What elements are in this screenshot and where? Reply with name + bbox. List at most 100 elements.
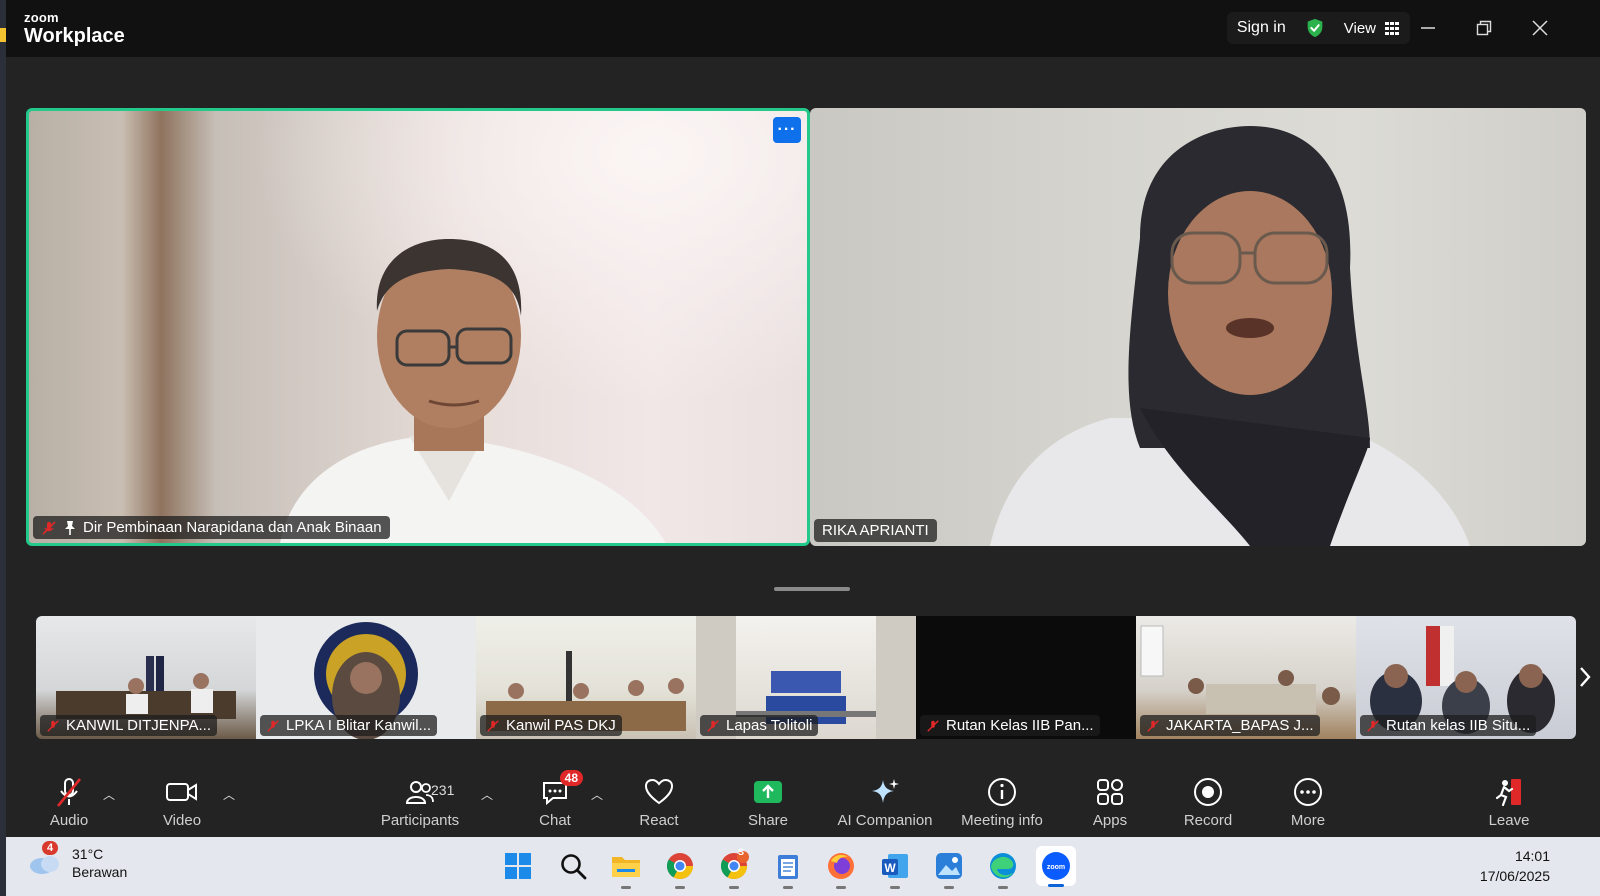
participant-name: JAKARTA_BAPAS J...	[1166, 717, 1314, 734]
gallery-tile[interactable]: Lapas Tolitoli	[696, 616, 916, 739]
photos-icon	[936, 853, 962, 879]
record-icon	[1194, 778, 1222, 806]
meeting-info-button[interactable]: Meeting info	[947, 774, 1057, 829]
muted-mic-icon	[927, 719, 939, 732]
participant-name-badge: Rutan Kelas IIB Pan...	[920, 715, 1100, 736]
video-tile-active-speaker[interactable]: ··· Dir Pembinaan Narapidana dan Anak Bi…	[26, 108, 810, 546]
participant-name-badge: Kanwil PAS DKJ	[480, 715, 622, 736]
gallery-next-button[interactable]	[1572, 662, 1598, 692]
restore-icon	[1476, 20, 1492, 36]
taskbar-search-button[interactable]	[556, 849, 590, 883]
taskbar-firefox[interactable]	[824, 849, 858, 889]
participants-button[interactable]: 231 Participants	[365, 774, 475, 829]
taskbar-file-explorer[interactable]	[609, 849, 643, 889]
share-label: Share	[747, 812, 789, 829]
muted-mic-icon	[707, 719, 719, 732]
sign-in-button[interactable]: Sign in	[1237, 19, 1286, 37]
taskbar-chrome[interactable]	[663, 849, 697, 889]
logo-workplace-text: Workplace	[24, 25, 125, 47]
participant-name: LPKA I Blitar Kanwil...	[286, 717, 432, 734]
weather-widget[interactable]: 4 31°C Berawan	[28, 841, 128, 881]
info-icon	[988, 778, 1016, 806]
logo-zoom-text: zoom	[24, 10, 59, 25]
minimize-icon	[1421, 27, 1435, 29]
participant-name: KANWIL DITJENPA...	[66, 717, 212, 734]
taskbar-zoom[interactable]: zoom	[1036, 846, 1076, 887]
chat-options-caret[interactable]: ︿	[591, 786, 603, 803]
participant-name: Rutan Kelas IIB Pan...	[946, 717, 1094, 734]
close-button[interactable]	[1526, 14, 1554, 42]
gallery-tile[interactable]: Rutan kelas IIB Situ...	[1356, 616, 1576, 739]
muted-mic-icon	[42, 520, 56, 535]
chat-unread-badge: 48	[559, 770, 583, 786]
restore-button[interactable]	[1470, 14, 1498, 42]
svg-text:zoom: zoom	[1047, 864, 1065, 871]
gallery-tile[interactable]: KANWIL DITJENPA...	[36, 616, 256, 739]
ai-companion-button[interactable]: AI Companion	[830, 774, 940, 829]
participant-name-badge: RIKA APRIANTI	[814, 519, 937, 542]
notepad-icon	[778, 855, 798, 879]
taskbar-word[interactable]: W	[878, 849, 912, 889]
ai-companion-label: AI Companion	[837, 812, 933, 829]
leave-door-icon	[1495, 779, 1521, 807]
audio-options-caret[interactable]: ︿	[103, 786, 115, 803]
active-indicator	[1048, 884, 1064, 887]
titlebar-actions: Sign in View	[1226, 12, 1410, 44]
more-options-button[interactable]: ···	[773, 117, 801, 143]
participant-name-badge: Lapas Tolitoli	[700, 715, 819, 736]
meeting-toolbar: Audio ︿ Video ︿ 231 Participants ︿ 48 Ch…	[6, 760, 1600, 837]
participant-video-woman	[990, 126, 1470, 546]
apps-button[interactable]: Apps	[1055, 774, 1165, 829]
more-button[interactable]: More	[1253, 774, 1363, 829]
zoom-workplace-logo: zoom Workplace	[24, 11, 125, 46]
gallery-tile[interactable]: Kanwil PAS DKJ	[476, 616, 696, 739]
taskbar-notepad[interactable]	[771, 849, 805, 889]
video-label: Video	[162, 812, 202, 829]
zoom-app-icon: zoom	[1042, 852, 1070, 880]
react-button[interactable]: React	[604, 774, 714, 829]
gallery-tile[interactable]: JAKARTA_BAPAS J...	[1136, 616, 1356, 739]
participant-name: Kanwil PAS DKJ	[506, 717, 616, 734]
windows-start-button[interactable]	[501, 849, 535, 883]
windows-logo-icon	[505, 853, 531, 879]
weather-description: Berawan	[72, 864, 128, 881]
taskbar-photos[interactable]	[932, 849, 966, 889]
minimize-button[interactable]	[1414, 14, 1442, 42]
video-options-caret[interactable]: ︿	[223, 786, 235, 803]
gallery-strip: KANWIL DITJENPA... LPKA I Blitar Kanwil.…	[36, 616, 1576, 739]
running-indicator	[890, 886, 900, 889]
pin-icon	[65, 520, 75, 535]
participant-name: Lapas Tolitoli	[726, 717, 813, 734]
clock-date: 17/06/2025	[1479, 868, 1550, 885]
taskbar-edge[interactable]	[986, 849, 1020, 889]
leave-button[interactable]: Leave	[1454, 774, 1564, 829]
svg-text:W: W	[884, 861, 896, 875]
participants-options-caret[interactable]: ︿	[481, 786, 493, 803]
video-button[interactable]: Video	[127, 774, 237, 829]
running-indicator	[998, 886, 1008, 889]
share-button[interactable]: Share	[713, 774, 823, 829]
muted-mic-icon	[47, 719, 59, 732]
record-label: Record	[1183, 812, 1233, 829]
folder-icon	[612, 857, 640, 877]
gallery-tile[interactable]: Rutan Kelas IIB Pan...	[916, 616, 1136, 739]
video-tile-participant[interactable]: RIKA APRIANTI	[810, 108, 1586, 546]
record-button[interactable]: Record	[1153, 774, 1263, 829]
participant-name-badge: KANWIL DITJENPA...	[40, 715, 218, 736]
system-clock[interactable]: 14:01 17/06/2025	[1480, 846, 1550, 887]
muted-mic-icon	[267, 719, 279, 732]
encryption-shield-icon[interactable]	[1304, 17, 1326, 39]
chrome-icon	[666, 853, 694, 880]
firefox-icon	[828, 853, 854, 879]
gallery-tile[interactable]: LPKA I Blitar Kanwil...	[256, 616, 476, 739]
muted-mic-icon	[487, 719, 499, 732]
chat-label: Chat	[539, 812, 571, 829]
taskbar-chrome-profile[interactable]: S	[717, 847, 751, 889]
ai-sparkle-icon	[872, 779, 899, 803]
gallery-resize-handle[interactable]	[774, 587, 850, 591]
leave-label: Leave	[1488, 812, 1530, 829]
weather-notification-badge: 4	[42, 841, 59, 855]
view-button[interactable]: View	[1344, 20, 1400, 37]
participant-name-badge: JAKARTA_BAPAS J...	[1140, 715, 1320, 736]
participants-label: Participants	[380, 812, 460, 829]
